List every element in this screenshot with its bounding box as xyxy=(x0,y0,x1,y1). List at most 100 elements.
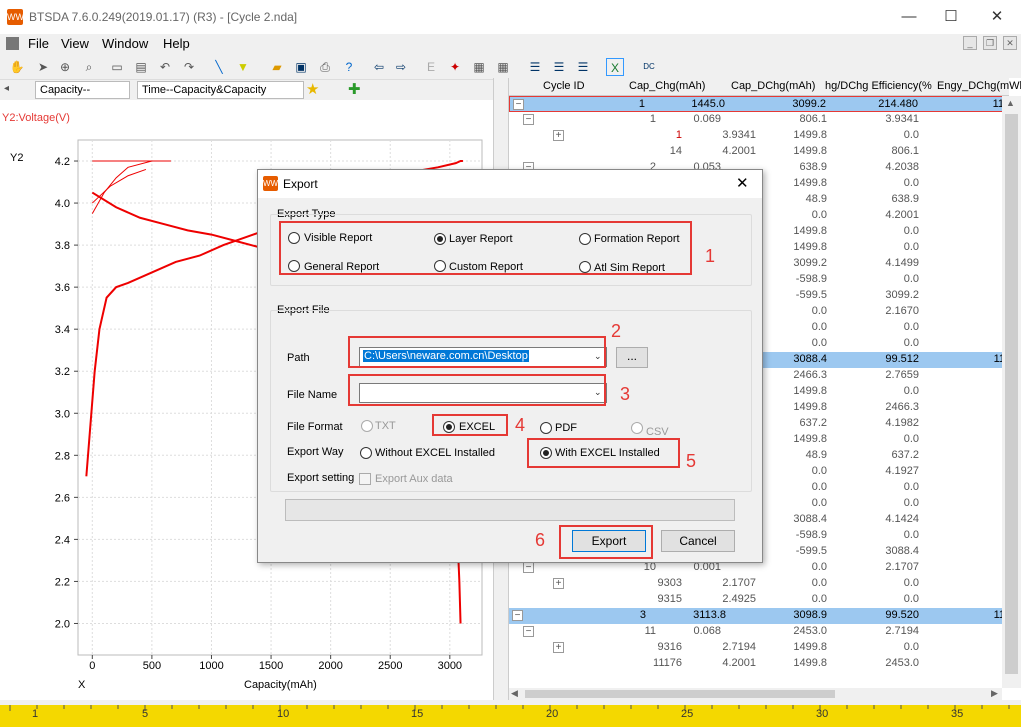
radio-pdf[interactable] xyxy=(540,422,552,434)
radio-csv[interactable] xyxy=(631,422,643,434)
x-tick-label: 0 xyxy=(89,660,95,672)
table-row[interactable]: +1 3.9341 1499.8 0.0 xyxy=(509,128,1002,144)
fit-icon[interactable]: ▤ xyxy=(132,58,150,76)
redo-icon[interactable]: ↷ xyxy=(180,58,198,76)
table-row[interactable]: +9303 2.1707 0.0 0.0 xyxy=(509,576,1002,592)
scroll-thumb[interactable] xyxy=(1005,114,1018,674)
add-tab-icon[interactable]: ✚ xyxy=(348,80,361,98)
filter-icon[interactable]: ▼ xyxy=(234,58,252,76)
grid-cell: 2453.0 xyxy=(885,657,919,669)
line-icon[interactable]: ╲ xyxy=(210,58,228,76)
col-efficiency[interactable]: hg/DChg Efficiency(% xyxy=(825,80,932,92)
scroll-right-icon[interactable]: ▶ xyxy=(991,688,998,699)
grid-cell: 3098.9 xyxy=(793,609,827,621)
tab-capacity-voltage[interactable]: Capacity--Voltage xyxy=(35,81,130,112)
grid-cell: 1445.0 xyxy=(691,98,725,110)
collapse-icon[interactable]: − xyxy=(512,610,523,621)
grid-cell: 1499.8 xyxy=(793,433,827,445)
table-icon-3[interactable]: ☰ xyxy=(574,58,592,76)
mdi-restore-icon[interactable]: ❐ xyxy=(983,36,997,50)
table-row[interactable]: − 11 0.068 2453.0 2.7194 xyxy=(509,624,1002,640)
grid-cell: 1 xyxy=(638,98,645,110)
pointer-icon[interactable]: ➤ xyxy=(34,58,52,76)
maximize-icon[interactable]: ☐ xyxy=(940,6,962,28)
annotation-number: 4 xyxy=(515,415,526,435)
radio-txt[interactable] xyxy=(361,420,373,432)
grid-cell: 0.0 xyxy=(903,177,919,189)
col-cap-chg[interactable]: Cap_Chg(mAh) xyxy=(629,80,705,92)
radio-without-excel[interactable] xyxy=(360,447,372,459)
radio-label: TXT xyxy=(375,420,396,432)
grid-cell: 0.0 xyxy=(903,497,919,509)
zoom-icon[interactable]: ⌕ xyxy=(80,58,98,76)
mdi-close-icon[interactable]: ✕ xyxy=(1003,36,1017,50)
browse-button[interactable]: ... xyxy=(616,347,648,368)
grid-cell: 2.1707 xyxy=(722,577,756,589)
grid-cell: 9303 xyxy=(657,577,682,589)
menu-help[interactable]: Help xyxy=(163,36,190,51)
ruler-label: 25 xyxy=(681,708,694,720)
menu-window[interactable]: Window xyxy=(102,36,148,51)
table-row[interactable]: 11176 4.2001 1499.8 2453.0 xyxy=(509,656,1002,672)
aux-data-checkbox[interactable] xyxy=(359,473,371,485)
grid-cell: 11 xyxy=(993,353,1002,365)
cycle-row[interactable]: − 3 3113.8 3098.9 99.520 11 xyxy=(509,608,1002,624)
grid-icon-1[interactable]: ▦ xyxy=(470,58,488,76)
excel-icon[interactable]: X xyxy=(606,58,624,76)
tab-time-capacity[interactable]: Time--Capacity&Capacity Density xyxy=(137,81,304,112)
zoom-area-icon[interactable]: ⊕ xyxy=(56,58,74,76)
collapse-icon[interactable]: − xyxy=(523,562,534,573)
language-icon[interactable]: E xyxy=(422,58,440,76)
back-icon[interactable]: ⇦ xyxy=(370,58,388,76)
pin-icon[interactable]: ✦ xyxy=(446,58,464,76)
cancel-button[interactable]: Cancel xyxy=(661,530,735,552)
grid-icon-2[interactable]: ▦ xyxy=(494,58,512,76)
grid-horizontal-scrollbar[interactable]: ◀ ▶ xyxy=(509,688,1002,700)
hscroll-thumb[interactable] xyxy=(525,690,835,698)
tab-scroll-left-icon[interactable]: ◂ xyxy=(4,83,9,94)
expand-icon[interactable]: + xyxy=(553,642,564,653)
dialog-close-icon[interactable]: ✕ xyxy=(736,174,749,192)
collapse-icon[interactable]: − xyxy=(513,99,524,110)
rst-icon[interactable]: ▭ xyxy=(108,58,126,76)
grid-cell: 2.7194 xyxy=(885,625,919,637)
menu-file[interactable]: File xyxy=(28,36,49,51)
table-row[interactable]: 14 4.2001 1499.8 806.1 xyxy=(509,144,1002,160)
expand-icon[interactable]: + xyxy=(553,130,564,141)
save-icon[interactable]: ▣ xyxy=(292,58,310,76)
scroll-left-icon[interactable]: ◀ xyxy=(511,688,518,699)
hand-icon[interactable]: ✋ xyxy=(8,58,26,76)
close-icon[interactable]: ✕ xyxy=(986,6,1008,28)
col-cap-dchg[interactable]: Cap_DChg(mAh) xyxy=(731,80,815,92)
dcir-icon[interactable]: DC xyxy=(640,58,658,76)
table-row[interactable]: 9315 2.4925 0.0 0.0 xyxy=(509,592,1002,608)
col-engy-dchg[interactable]: Engy_DChg(mWh xyxy=(937,80,1021,92)
print-icon[interactable]: ⎙ xyxy=(316,58,334,76)
table-row[interactable]: − 1 0.069 806.1 3.9341 xyxy=(509,112,1002,128)
help-icon[interactable]: ? xyxy=(340,58,358,76)
forward-icon[interactable]: ⇨ xyxy=(392,58,410,76)
export-progress-bar xyxy=(285,499,735,521)
doc-icon[interactable] xyxy=(6,37,19,50)
table-icon-2[interactable]: ☰ xyxy=(550,58,568,76)
table-icon-1[interactable]: ☰ xyxy=(526,58,544,76)
col-cycle-id[interactable]: Cycle ID xyxy=(543,80,585,92)
chart-tabs: ◂ Capacity--Voltage Time--Capacity&Capac… xyxy=(0,80,493,112)
grid-cell: 3088.4 xyxy=(793,513,827,525)
menu-view[interactable]: View xyxy=(61,36,89,51)
cycle-row[interactable]: − 1 1445.0 3099.2 214.480 11 xyxy=(509,96,1002,112)
grid-cell: 806.1 xyxy=(891,145,919,157)
expand-icon[interactable]: + xyxy=(553,578,564,589)
scroll-up-icon[interactable]: ▲ xyxy=(1006,98,1015,108)
grid-cell: 1499.8 xyxy=(793,241,827,253)
grid-vertical-scrollbar[interactable]: ▲ xyxy=(1002,96,1021,688)
collapse-icon[interactable]: − xyxy=(523,626,534,637)
table-row[interactable]: +9316 2.7194 1499.8 0.0 xyxy=(509,640,1002,656)
mdi-minimize-icon[interactable]: _ xyxy=(963,36,977,50)
minimize-icon[interactable]: — xyxy=(898,6,920,28)
star-icon[interactable]: ★ xyxy=(306,80,319,98)
undo-icon[interactable]: ↶ xyxy=(156,58,174,76)
grid-cell: 11 xyxy=(993,609,1002,621)
open-folder-icon[interactable]: ▰ xyxy=(268,58,286,76)
collapse-icon[interactable]: − xyxy=(523,114,534,125)
